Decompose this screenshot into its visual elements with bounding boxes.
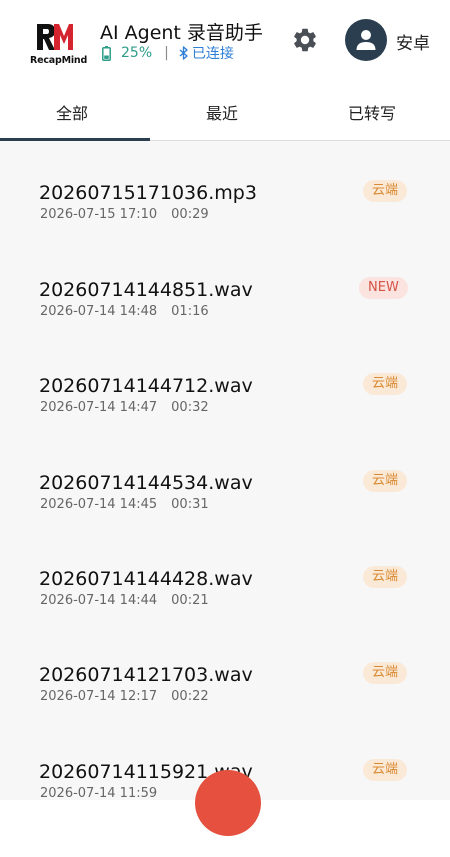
tab-all[interactable]: 全部 bbox=[56, 100, 88, 124]
recording-duration: 00:32 bbox=[171, 400, 209, 415]
recording-name: 20260715171036.mp3 bbox=[39, 182, 257, 204]
cloud-badge: 云端 bbox=[363, 470, 408, 492]
recording-date: 2026-07-14 14:45 bbox=[40, 497, 158, 512]
user-avatar[interactable] bbox=[345, 19, 387, 61]
gear-icon[interactable] bbox=[291, 26, 319, 54]
recording-meta: 2026-07-15 17:10 00:29 bbox=[40, 207, 209, 222]
device-status: 25% | 已连接 bbox=[102, 44, 234, 62]
recording-name: 20260714121703.wav bbox=[39, 664, 253, 686]
recording-duration: 00:21 bbox=[171, 593, 209, 608]
app-title: AI Agent 录音助手 bbox=[100, 22, 263, 44]
recording-date: 2026-07-14 14:47 bbox=[40, 400, 158, 415]
list-item[interactable]: 20260714121703.wav 2026-07-14 12:17 00:22… bbox=[0, 662, 450, 760]
recording-meta: 2026-07-14 12:17 00:22 bbox=[40, 689, 209, 704]
recording-name: 20260714144428.wav bbox=[39, 568, 253, 590]
recording-date: 2026-07-14 11:59 bbox=[40, 786, 158, 801]
list-item[interactable]: 20260714144712.wav 2026-07-14 14:47 00:32… bbox=[0, 373, 450, 471]
recording-name: 20260714144851.wav bbox=[39, 279, 253, 301]
cloud-badge: 云端 bbox=[363, 759, 408, 781]
cloud-badge: 云端 bbox=[363, 180, 408, 202]
app-header: RecapMind AI Agent 录音助手 25% | 已连接 安卓 bbox=[0, 0, 450, 88]
recording-duration: 01:16 bbox=[171, 304, 209, 319]
recording-meta: 2026-07-14 14:44 00:21 bbox=[40, 593, 209, 608]
list-item[interactable]: 20260714144534.wav 2026-07-14 14:45 00:31… bbox=[0, 470, 450, 568]
status-divider: | bbox=[164, 45, 169, 61]
recording-name: 20260714144534.wav bbox=[39, 472, 253, 494]
tab-transcribed[interactable]: 已转写 bbox=[348, 100, 396, 124]
recording-meta: 2026-07-14 11:59 bbox=[40, 786, 171, 801]
battery-level: 25% bbox=[121, 45, 153, 61]
recording-date: 2026-07-14 12:17 bbox=[40, 689, 158, 704]
recording-date: 2026-07-14 14:44 bbox=[40, 593, 158, 608]
recording-date: 2026-07-14 14:48 bbox=[40, 304, 158, 319]
new-badge: NEW bbox=[359, 277, 408, 299]
recording-duration: 00:22 bbox=[171, 689, 209, 704]
recording-meta: 2026-07-14 14:45 00:31 bbox=[40, 497, 209, 512]
cloud-badge: 云端 bbox=[363, 373, 408, 395]
record-button[interactable] bbox=[195, 770, 261, 836]
battery-icon bbox=[102, 45, 111, 61]
recording-meta: 2026-07-14 14:48 01:16 bbox=[40, 304, 209, 319]
recording-duration: 00:29 bbox=[171, 207, 209, 222]
logo-mark-icon bbox=[37, 24, 73, 50]
connection-status: 已连接 bbox=[191, 46, 234, 62]
app-logo: RecapMind bbox=[30, 22, 88, 70]
filter-tabs: 全部 最近 已转写 bbox=[0, 88, 450, 141]
recording-duration: 00:31 bbox=[171, 497, 209, 512]
logo-wordmark: RecapMind bbox=[30, 55, 88, 66]
recording-date: 2026-07-15 17:10 bbox=[40, 207, 158, 222]
bluetooth-icon bbox=[179, 46, 188, 60]
username[interactable]: 安卓 bbox=[396, 29, 430, 54]
list-item[interactable]: 20260714144851.wav 2026-07-14 14:48 01:16… bbox=[0, 277, 450, 375]
cloud-badge: 云端 bbox=[363, 566, 408, 588]
list-item[interactable]: 20260714144428.wav 2026-07-14 14:44 00:21… bbox=[0, 566, 450, 664]
recording-meta: 2026-07-14 14:47 00:32 bbox=[40, 400, 209, 415]
cloud-badge: 云端 bbox=[363, 662, 408, 684]
list-item[interactable]: 20260715171036.mp3 2026-07-15 17:10 00:29… bbox=[0, 180, 450, 278]
recording-name: 20260714144712.wav bbox=[39, 375, 253, 397]
tab-recent[interactable]: 最近 bbox=[206, 100, 238, 124]
user-icon bbox=[356, 30, 376, 50]
